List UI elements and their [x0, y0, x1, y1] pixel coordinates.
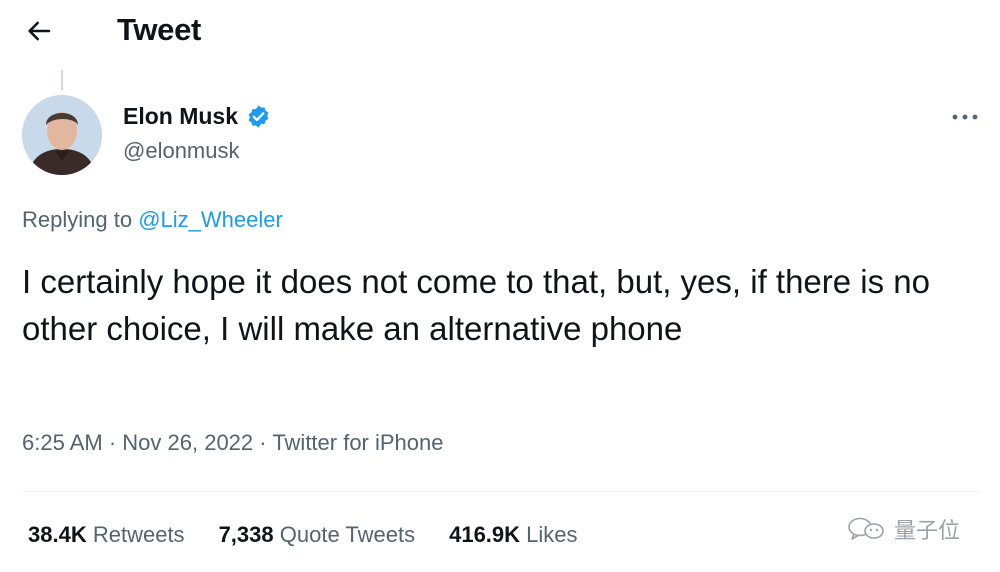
author-name-row: Elon Musk [123, 100, 271, 132]
likes-stat[interactable]: 416.9K Likes [449, 522, 577, 548]
quote-tweets-label: Quote Tweets [279, 522, 416, 547]
likes-label: Likes [526, 522, 578, 547]
likes-count: 416.9K [449, 522, 521, 547]
retweets-count: 38.4K [28, 522, 87, 547]
reply-mention-link[interactable]: @Liz_Wheeler [138, 207, 283, 232]
avatar-portrait-icon [22, 95, 102, 175]
author-name[interactable]: Elon Musk [123, 103, 238, 130]
watermark-text: 量子位 [894, 519, 961, 544]
quote-tweets-count: 7,338 [218, 522, 274, 547]
meta-separator: · [102, 430, 123, 455]
more-options-icon[interactable] [950, 109, 980, 125]
tweet-meta: 6:25 AM · Nov 26, 2022 · Twitter for iPh… [22, 430, 444, 456]
replying-to-label: Replying to [22, 207, 139, 232]
avatar[interactable] [22, 95, 102, 175]
tweet-header: Tweet [0, 0, 1000, 62]
wechat-logo-icon [848, 517, 884, 540]
meta-separator: · [253, 430, 273, 455]
tweet-stats: 38.4K Retweets 7,338 Quote Tweets 416.9K… [28, 522, 612, 548]
tweet-date[interactable]: Nov 26, 2022 [122, 430, 253, 455]
retweets-stat[interactable]: 38.4K Retweets [28, 522, 185, 548]
verified-badge-icon [248, 105, 269, 127]
tweet-source[interactable]: Twitter for iPhone [272, 430, 443, 455]
page-title: Tweet [117, 12, 202, 47]
replying-to-line: Replying to @Liz_Wheeler [22, 207, 283, 233]
tweet-text: I certainly hope it does not come to tha… [22, 263, 930, 347]
watermark: 量子位 [846, 514, 960, 544]
author-handle[interactable]: @elonmusk [123, 138, 240, 164]
divider [22, 491, 980, 492]
tweet-time[interactable]: 6:25 AM [22, 430, 103, 455]
quote-tweets-stat[interactable]: 7,338 Quote Tweets [219, 522, 416, 548]
arrow-left-icon[interactable] [24, 16, 54, 46]
thread-connector-line [61, 70, 63, 90]
retweets-label: Retweets [92, 522, 185, 547]
